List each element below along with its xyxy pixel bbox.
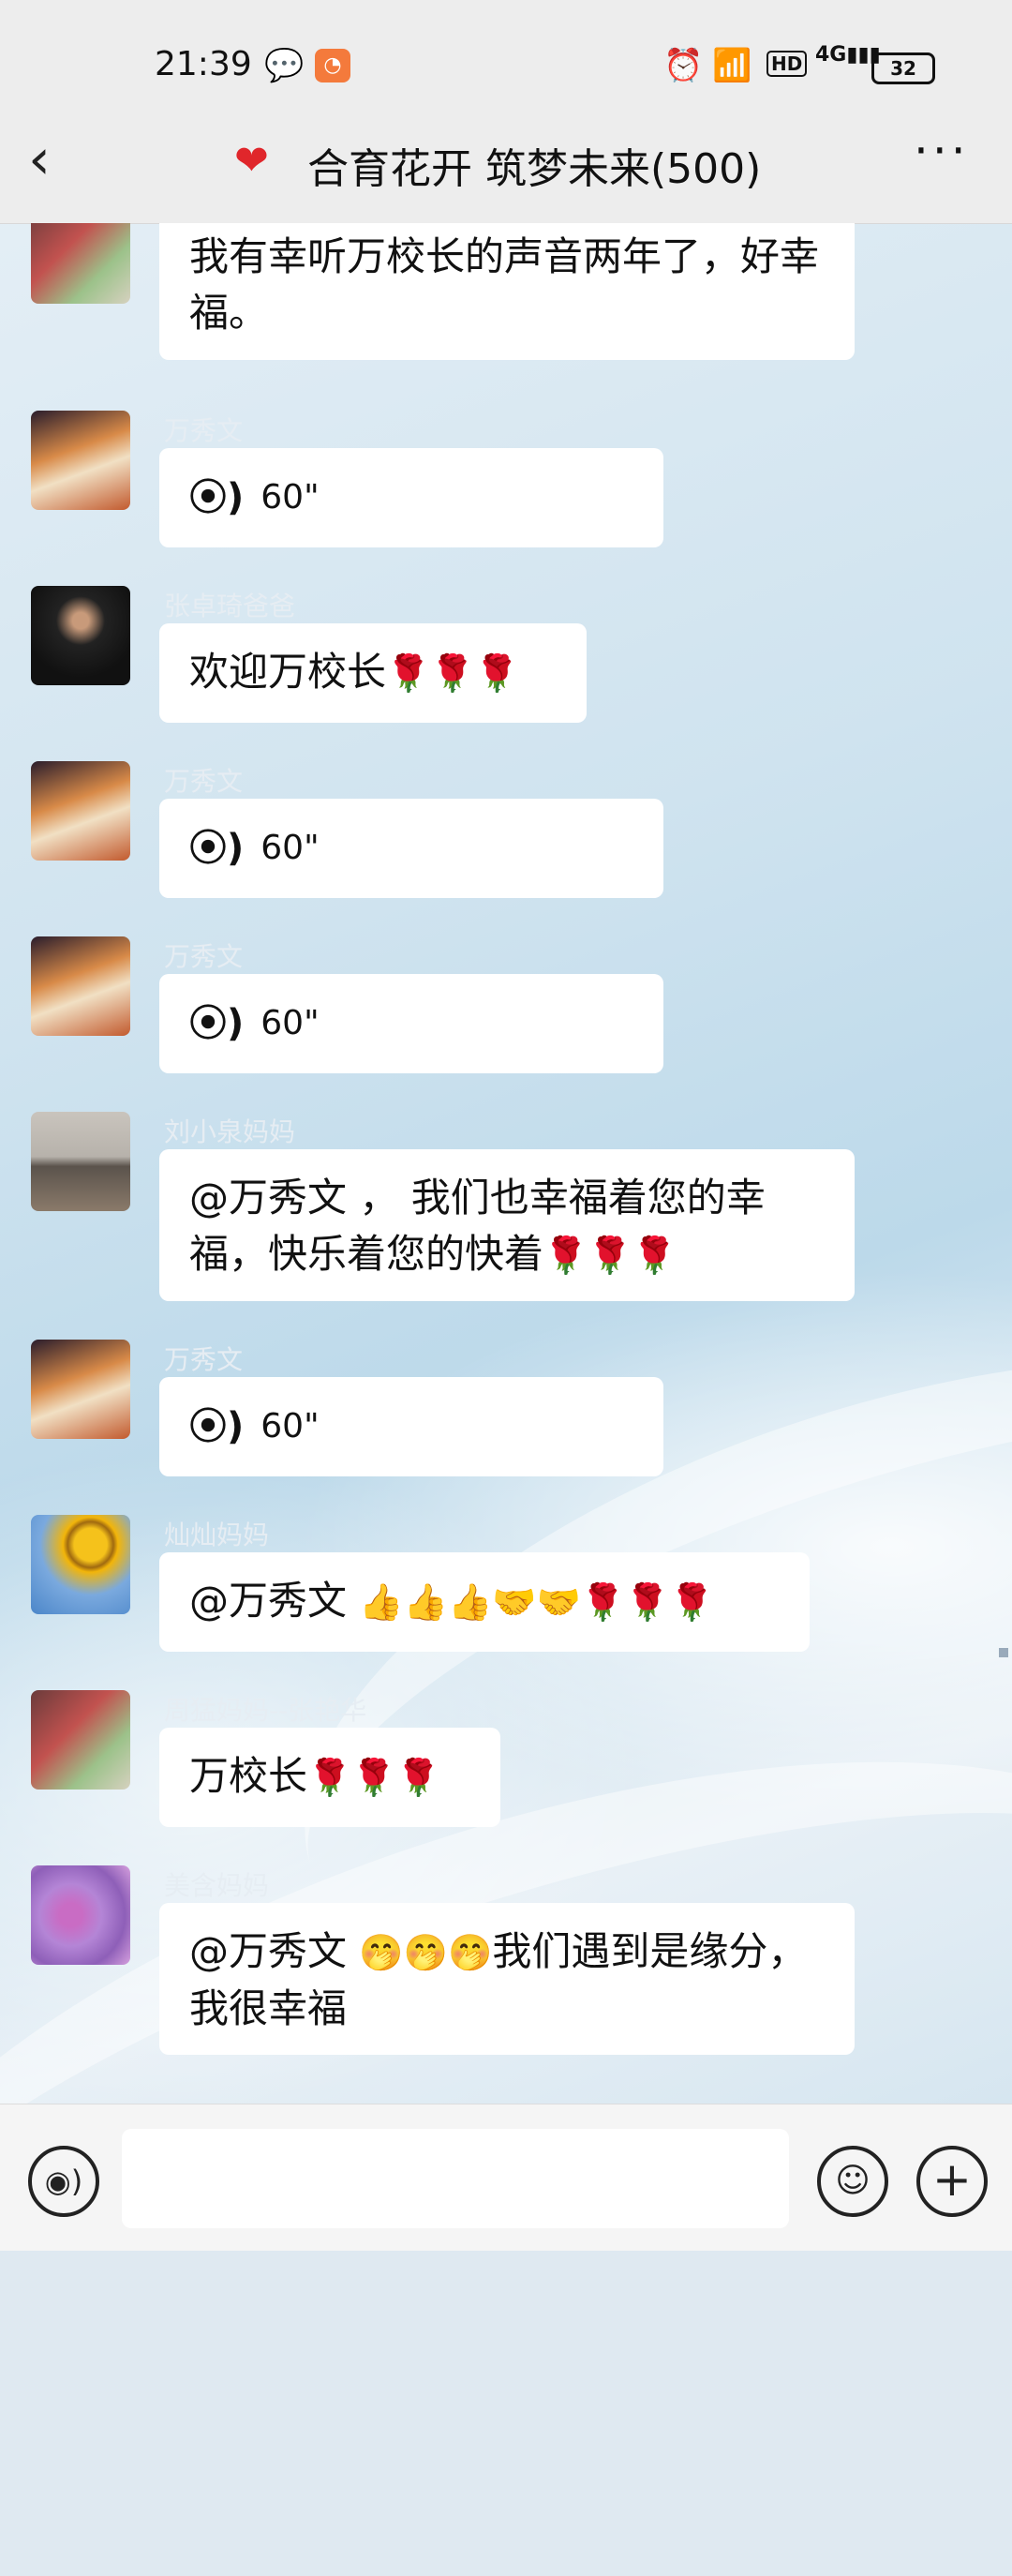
avatar[interactable] (31, 1515, 130, 1614)
rose-emoji: 🌹🌹🌹 (307, 1757, 440, 1798)
message-text: @万秀文 ， 我们也幸福着您的幸福，快乐着您的快着 (189, 1175, 766, 1277)
sender-name: 周猛妈妈--张艳华 (164, 1695, 367, 1726)
avatar[interactable] (31, 1690, 130, 1790)
scroll-indicator (999, 1648, 1008, 1657)
emoji-icon[interactable]: ☺ (817, 2146, 888, 2217)
battery-icon: 32 (871, 52, 935, 84)
avatar[interactable] (31, 223, 130, 304)
voice-duration: 60" (260, 829, 320, 867)
message-text: 万校长 (189, 1753, 308, 1799)
thumbs-handshake-rose-emoji: 👍👍👍🤝🤝🌹🌹🌹 (359, 1581, 714, 1623)
avatar[interactable] (31, 936, 130, 1036)
input-bar: ◉) ☺ + (0, 2104, 1012, 2251)
message-bubble[interactable]: @万秀文 🤭🤭🤭我们遇到是缘分，我很幸福 (159, 1903, 855, 2055)
rose-emoji: 🌹🌹🌹 (543, 1235, 677, 1276)
voice-icon[interactable]: ◉) (28, 2146, 99, 2217)
avatar[interactable] (31, 411, 130, 510)
red-heart-icon: ❤ (234, 137, 269, 185)
message-bubble[interactable]: @万秀文 ， 我们也幸福着您的幸福，快乐着您的快着🌹🌹🌹 (159, 1149, 855, 1301)
voice-message-bubble[interactable]: ⦿) 60" (159, 1377, 663, 1476)
voice-wave-icon: ⦿) (189, 827, 245, 870)
back-arrow-icon[interactable]: ‹ (28, 131, 51, 187)
app-notification-icon: ◔ (315, 49, 350, 82)
voice-wave-icon: ⦿) (189, 476, 245, 519)
avatar[interactable] (31, 1865, 130, 1965)
rose-emoji: 🌹🌹🌹 (386, 652, 519, 694)
avatar[interactable] (31, 1112, 130, 1211)
voice-wave-icon: ⦿) (189, 1405, 245, 1448)
chat-header: ‹ ❤ 合育花开 筑梦未来(500) ··· (0, 103, 1012, 224)
sender-name: 万秀文 (164, 415, 244, 446)
voice-message-bubble[interactable]: ⦿) 60" (159, 799, 663, 898)
sender-name: 万秀文 (164, 941, 244, 972)
voice-message-bubble[interactable]: ⦿) 60" (159, 974, 663, 1073)
plus-icon[interactable]: + (916, 2146, 988, 2217)
hd-badge: HD (766, 51, 808, 77)
avatar[interactable] (31, 1340, 130, 1439)
message-bubble[interactable]: 欢迎万校长🌹🌹🌹 (159, 623, 587, 723)
message-text: @万秀文 (189, 1928, 360, 1974)
voice-message-bubble[interactable]: ⦿) 60" (159, 448, 663, 547)
shy-face-emoji: 🤭🤭🤭 (359, 1932, 493, 1973)
message-input[interactable] (122, 2129, 789, 2228)
network-label: 4G (815, 43, 847, 67)
message-bubble[interactable]: 万校长🌹🌹🌹 (159, 1728, 500, 1827)
voice-duration: 60" (260, 1407, 320, 1445)
more-options-icon[interactable]: ··· (914, 124, 970, 178)
voice-wave-icon: ⦿) (189, 1002, 245, 1045)
avatar[interactable] (31, 586, 130, 685)
wechat-icon: 💬 (264, 47, 305, 84)
voice-duration: 60" (260, 1004, 320, 1042)
status-time: 21:39 (155, 45, 252, 83)
message-bubble[interactable]: @万秀文 👍👍👍🤝🤝🌹🌹🌹 (159, 1552, 810, 1652)
group-title: 合育花开 筑梦未来(500) (307, 145, 762, 193)
chat-message-list[interactable]: 我有幸听万校长的声音两年了，好幸福。 万秀文 ⦿) 60" 张卓琦爸爸 欢迎万校… (0, 223, 1012, 2104)
sender-name: 灿灿妈妈 (164, 1520, 270, 1550)
message-text: @万秀文 (189, 1578, 360, 1624)
sender-name: 万秀文 (164, 766, 244, 797)
avatar[interactable] (31, 761, 130, 861)
sender-name: 张卓琦爸爸 (164, 591, 296, 622)
sender-name: 刘小泉妈妈 (164, 1116, 296, 1147)
voice-duration: 60" (260, 478, 320, 517)
message-bubble[interactable]: 我有幸听万校长的声音两年了，好幸福。 (159, 223, 855, 360)
message-text: 我有幸听万校长的声音两年了，好幸福。 (189, 233, 820, 336)
message-text: 欢迎万校长 (189, 649, 387, 695)
sender-name: 美含妈妈 (164, 1870, 270, 1901)
wifi-icon: 📶 (712, 47, 752, 84)
sender-name: 万秀文 (164, 1344, 244, 1375)
alarm-icon: ⏰ (663, 47, 704, 84)
